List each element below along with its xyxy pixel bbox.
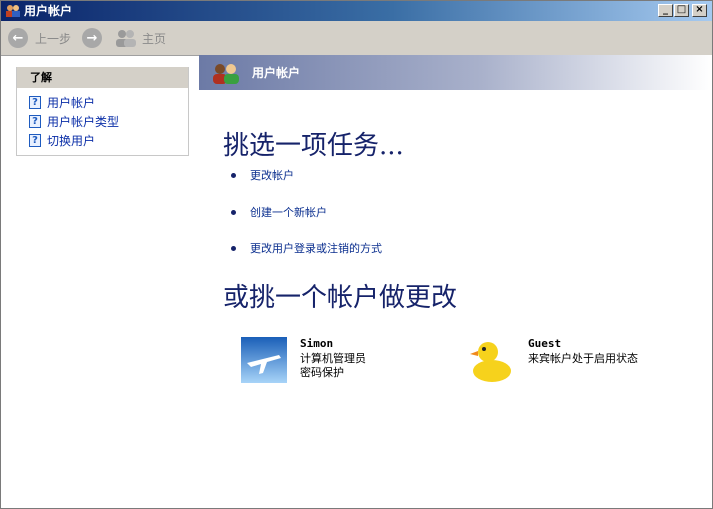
task-label: 更改用户登录或注销的方式	[250, 242, 382, 255]
task-label: 创建一个新帐户	[250, 206, 327, 219]
user-accounts-window: 用户帐户 _ □ × ← 上一步 → 主页 了解 ? 用户帐户 ? 用户帐户类型…	[0, 0, 713, 509]
sidebar-item-account-types[interactable]: ? 用户帐户类型	[29, 113, 119, 129]
account-simon[interactable]: Simon 计算机管理员 密码保护	[241, 337, 441, 387]
account-guest[interactable]: Guest 来宾帐户处于启用状态	[469, 337, 689, 387]
home-label: 主页	[142, 31, 167, 46]
back-arrow-icon: ←	[8, 28, 28, 48]
home-users-icon	[116, 30, 136, 47]
sidebar-item-switch-user[interactable]: ? 切换用户	[29, 132, 95, 148]
pick-account-heading: 或挑一个帐户做更改	[223, 283, 458, 313]
back-label: 上一步	[35, 31, 72, 46]
account-name: Simon	[300, 337, 334, 350]
back-button[interactable]: ← 上一步	[8, 26, 71, 50]
sidebar-item-label: 切换用户	[47, 133, 96, 148]
learn-about-header: 了解	[17, 67, 188, 88]
sidebar-item-user-accounts[interactable]: ? 用户帐户	[29, 94, 95, 110]
learn-about-panel: 了解 ? 用户帐户 ? 用户帐户类型 ? 切换用户	[16, 67, 189, 156]
home-button[interactable]: 主页	[115, 26, 166, 50]
account-name: Guest	[528, 337, 562, 350]
forward-button[interactable]: →	[82, 26, 102, 50]
help-topic-icon: ?	[29, 95, 41, 109]
minimize-icon: _	[663, 4, 668, 15]
forward-arrow-icon: →	[82, 28, 102, 48]
maximize-icon: □	[676, 4, 687, 15]
user-accounts-icon	[213, 64, 239, 84]
pick-task-heading: 挑选一项任务...	[223, 131, 404, 161]
user-accounts-app-icon	[6, 5, 20, 17]
close-button[interactable]: ×	[692, 4, 707, 17]
minimize-button[interactable]: _	[658, 4, 673, 17]
task-change-logon[interactable]: 更改用户登录或注销的方式	[231, 240, 382, 256]
task-change-account[interactable]: 更改帐户	[231, 167, 294, 183]
window-title: 用户帐户	[24, 4, 73, 18]
task-create-account[interactable]: 创建一个新帐户	[231, 204, 327, 220]
sidebar-item-label: 用户帐户类型	[47, 114, 120, 129]
airplane-picture	[241, 337, 287, 383]
toolbar: ← 上一步 → 主页	[1, 21, 712, 56]
task-label: 更改帐户	[250, 169, 294, 182]
bullet-icon	[231, 209, 236, 215]
bullet-icon	[231, 245, 236, 251]
bullet-icon	[231, 172, 236, 178]
account-password-status: 密码保护	[300, 366, 344, 379]
duck-picture	[470, 342, 511, 382]
title-bar[interactable]: 用户帐户 _ □ ×	[1, 1, 712, 21]
maximize-button[interactable]: □	[674, 4, 689, 17]
account-status: 来宾帐户处于启用状态	[528, 352, 638, 365]
banner-title: 用户帐户	[252, 66, 301, 80]
page-banner: 用户帐户	[199, 55, 712, 90]
help-topic-icon: ?	[29, 114, 41, 128]
close-icon: ×	[695, 4, 704, 15]
help-topic-icon: ?	[29, 133, 41, 147]
sidebar-item-label: 用户帐户	[47, 95, 96, 110]
